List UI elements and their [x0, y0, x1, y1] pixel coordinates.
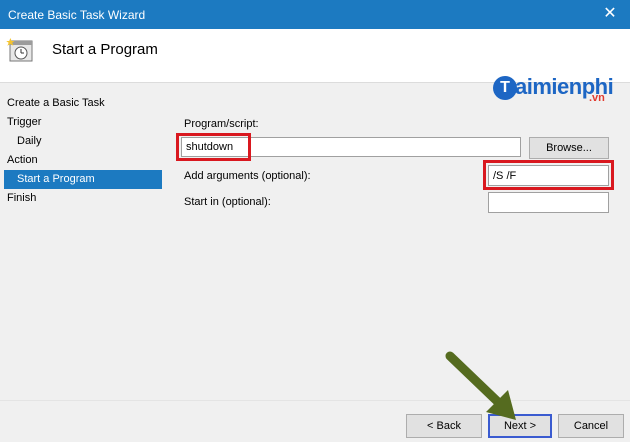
program-script-label: Program/script:: [184, 118, 259, 130]
wizard-steps: Create a Basic Task Trigger Daily Action…: [0, 94, 165, 208]
add-arguments-input[interactable]: [488, 165, 609, 186]
watermark-mark: T: [493, 76, 517, 100]
close-icon[interactable]: ✕: [600, 4, 620, 24]
start-in-label: Start in (optional):: [184, 196, 271, 208]
step-action: Action: [7, 154, 38, 166]
step-trigger: Trigger: [7, 116, 42, 128]
add-arguments-label: Add arguments (optional):: [184, 170, 311, 182]
footer-divider: [0, 400, 630, 401]
step-finish: Finish: [7, 192, 37, 204]
task-scheduler-icon: [6, 38, 33, 62]
title-bar: Create Basic Task Wizard ✕: [0, 0, 630, 29]
watermark-suffix: .vn: [589, 92, 605, 104]
cancel-button[interactable]: Cancel: [558, 414, 624, 438]
pointer-arrow-icon: [445, 351, 516, 420]
window-title: Create Basic Task Wizard: [8, 8, 146, 22]
next-button[interactable]: Next >: [488, 414, 552, 438]
start-in-input[interactable]: [488, 192, 609, 213]
back-button[interactable]: < Back: [406, 414, 482, 438]
watermark-logo: T aimienphi .vn: [493, 72, 628, 110]
step-daily: Daily: [17, 135, 42, 147]
step-start-a-program: Start a Program: [4, 170, 162, 189]
browse-button[interactable]: Browse...: [529, 137, 609, 159]
program-script-input[interactable]: [181, 137, 521, 157]
step-create-basic-task: Create a Basic Task: [7, 97, 105, 109]
page-title: Start a Program: [52, 41, 158, 58]
